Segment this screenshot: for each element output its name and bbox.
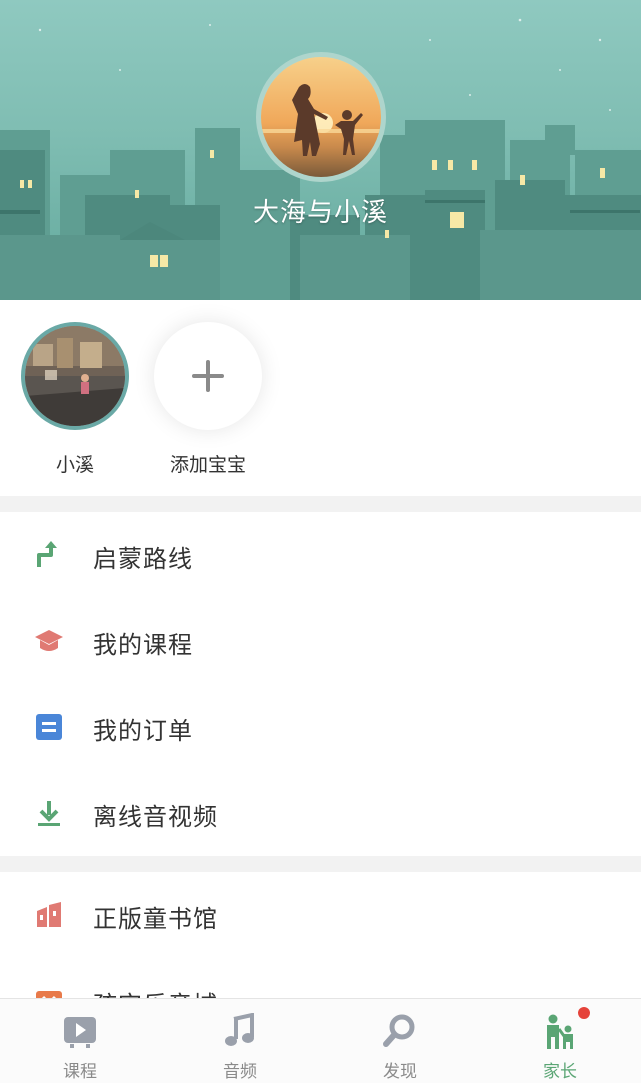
graduation-cap-icon	[35, 630, 63, 651]
baby-photo	[25, 326, 125, 426]
tab-label: 音频	[223, 1062, 257, 1082]
add-baby-button[interactable]	[154, 322, 262, 430]
menu-item-my-orders[interactable]: 我的订单	[0, 684, 641, 770]
menu-label: 正版童书馆	[93, 905, 218, 933]
discover-search-icon	[383, 1014, 415, 1047]
notification-badge	[578, 1007, 590, 1019]
tab-discover[interactable]: 发现	[320, 999, 480, 1083]
add-baby-label: 添加宝宝	[169, 454, 246, 476]
baby-section: 小溪 添加宝宝	[0, 300, 641, 496]
order-list-icon	[36, 714, 62, 740]
parent-avatar[interactable]	[256, 52, 386, 182]
section-divider	[0, 856, 641, 872]
menu-label: 离线音视频	[93, 803, 218, 831]
menu-label: 启蒙路线	[93, 545, 193, 573]
user-nickname: 大海与小溪	[252, 198, 388, 228]
tab-label: 发现	[383, 1062, 417, 1082]
menu-item-learning-route[interactable]: 启蒙路线	[0, 512, 641, 598]
tab-audio[interactable]: 音频	[160, 999, 320, 1083]
parent-child-icon	[547, 1014, 573, 1049]
menu-label: 我的课程	[93, 631, 193, 659]
tab-label: 家长	[543, 1062, 577, 1082]
profile-header: 大海与小溪	[0, 0, 641, 300]
section-divider	[0, 496, 641, 512]
tab-course[interactable]: 课程	[0, 999, 160, 1083]
menu-item-bookstore[interactable]: 正版童书馆	[0, 872, 641, 958]
music-note-icon	[225, 1013, 254, 1046]
download-icon	[38, 801, 60, 826]
plus-icon	[192, 360, 224, 392]
menu-item-my-courses[interactable]: 我的课程	[0, 598, 641, 684]
add-baby-item[interactable]: 添加宝宝	[153, 322, 263, 477]
tab-parent[interactable]: 家长	[480, 999, 640, 1083]
menu-item-offline-media[interactable]: 离线音视频	[0, 770, 641, 856]
bookshelf-icon	[37, 902, 61, 927]
baby-item-xiaoxi[interactable]: 小溪	[20, 322, 130, 477]
bottom-tab-bar: 课程 音频 发现 家长	[0, 998, 641, 1083]
baby-avatar[interactable]	[21, 322, 129, 430]
course-icon	[64, 1017, 96, 1048]
parent-avatar-photo	[261, 57, 381, 177]
baby-name: 小溪	[55, 454, 94, 476]
tab-label: 课程	[63, 1062, 97, 1082]
route-icon	[37, 541, 57, 567]
menu-label: 我的订单	[93, 717, 193, 745]
